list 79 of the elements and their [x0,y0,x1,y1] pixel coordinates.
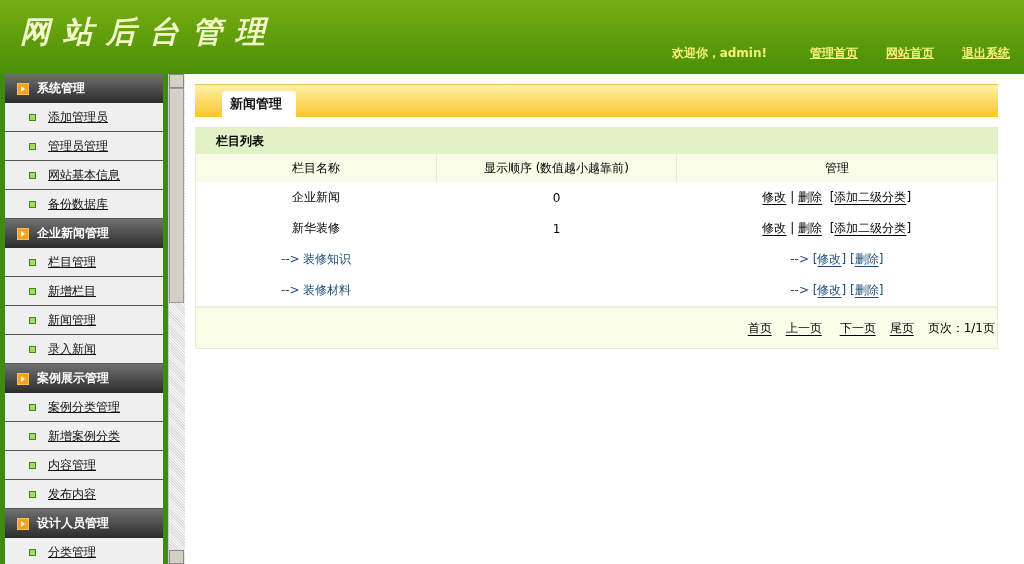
bullet-icon [29,548,36,556]
bullet-icon [29,461,36,469]
arrow-icon [17,227,29,240]
action-link[interactable]: 修改 [817,252,842,266]
bullet-icon [29,345,36,353]
separator-text: [ [828,190,835,204]
bullet-icon [29,403,36,411]
bullet-icon [29,113,36,121]
bullet-icon [29,432,36,440]
tab[interactable]: 新闻管理 [222,91,296,117]
table-cell: 新华装修 [196,213,437,244]
column-header: 显示顺序 (数值越小越靠前) [436,154,677,182]
bullet-icon [29,200,36,208]
sidebar-group-header[interactable]: 系统管理 [5,74,163,103]
arrow-icon [17,82,29,95]
separator-text: ] [906,221,912,235]
scrollbar[interactable] [168,74,185,564]
page-info: 页次：1/1页 [927,319,995,337]
group-title: 企业新闻管理 [37,225,109,242]
action-link[interactable]: 删除 [798,190,823,204]
separator-text: | [789,190,796,204]
sidebar-link[interactable]: 管理员管理 [48,137,108,155]
column-header: 管理 [676,154,997,182]
action-link[interactable]: 添加二级分类 [834,190,907,204]
pagination-link[interactable]: 上一页 [785,319,822,337]
panel-title: 栏目列表 [196,128,997,154]
table-cell: 0 [436,182,677,213]
separator-text: [ [828,221,835,235]
separator-text: ] [878,252,884,266]
arrow-icon [17,372,29,385]
group-title: 设计人员管理 [37,515,109,532]
sidebar-link[interactable]: 栏目管理 [48,253,96,271]
sidebar-link[interactable]: 分类管理 [48,543,96,561]
group-title: 案例展示管理 [37,370,109,387]
action-link[interactable]: 修改 [762,221,787,235]
bullet-icon [29,258,36,266]
sidebar-link[interactable]: 新增案例分类 [48,427,120,445]
sidebar-group-header[interactable]: 设计人员管理 [5,509,163,538]
group-title: 系统管理 [37,80,85,97]
bullet-icon [29,490,36,498]
bullet-icon [29,142,36,150]
separator-text: ] [ [841,252,855,266]
table-cell: 1 [436,213,677,244]
action-link[interactable]: 修改 [817,283,842,297]
separator-text: --> [ [790,283,818,297]
action-link[interactable]: 添加二级分类 [834,221,907,235]
table-cell: --> 装修材料 [196,275,437,306]
sidebar-group-header[interactable]: 企业新闻管理 [5,219,163,248]
table-cell: 企业新闻 [196,182,437,213]
separator-text: ] [ [841,283,855,297]
action-link[interactable]: 删除 [854,283,879,297]
welcome-text: 欢迎你，admin! [671,45,767,62]
bullet-icon [29,316,36,324]
separator-text: ] [878,283,884,297]
sidebar-link[interactable]: 新增栏目 [48,282,96,300]
pagination-link[interactable]: 首页 [747,319,772,337]
action-link[interactable]: 删除 [798,221,823,235]
sidebar-link[interactable]: 添加管理员 [48,108,108,126]
bullet-icon [29,171,36,179]
separator-text: | [789,221,796,235]
bullet-icon [29,287,36,295]
action-link[interactable]: 删除 [854,252,879,266]
separator-text: ] [906,190,912,204]
sidebar-link[interactable]: 新闻管理 [48,311,96,329]
action-link[interactable]: 修改 [762,190,787,204]
pagination-link[interactable]: 下一页 [839,319,876,337]
site-logo: 网站后台管理 [20,13,278,51]
table-cell: --> 装修知识 [196,244,437,275]
separator-text: --> [ [790,252,818,266]
arrow-icon [17,517,29,530]
sidebar-link[interactable]: 录入新闻 [48,340,96,358]
sidebar-link[interactable]: 内容管理 [48,456,96,474]
sidebar-link[interactable]: 备份数据库 [48,195,108,213]
sidebar-link[interactable]: 发布内容 [48,485,96,503]
sidebar-group-header[interactable]: 案例展示管理 [5,364,163,393]
column-header: 栏目名称 [196,154,437,182]
sidebar-link[interactable]: 案例分类管理 [48,398,120,416]
pagination-link[interactable]: 尾页 [889,319,914,337]
sidebar-link[interactable]: 网站基本信息 [48,166,120,184]
